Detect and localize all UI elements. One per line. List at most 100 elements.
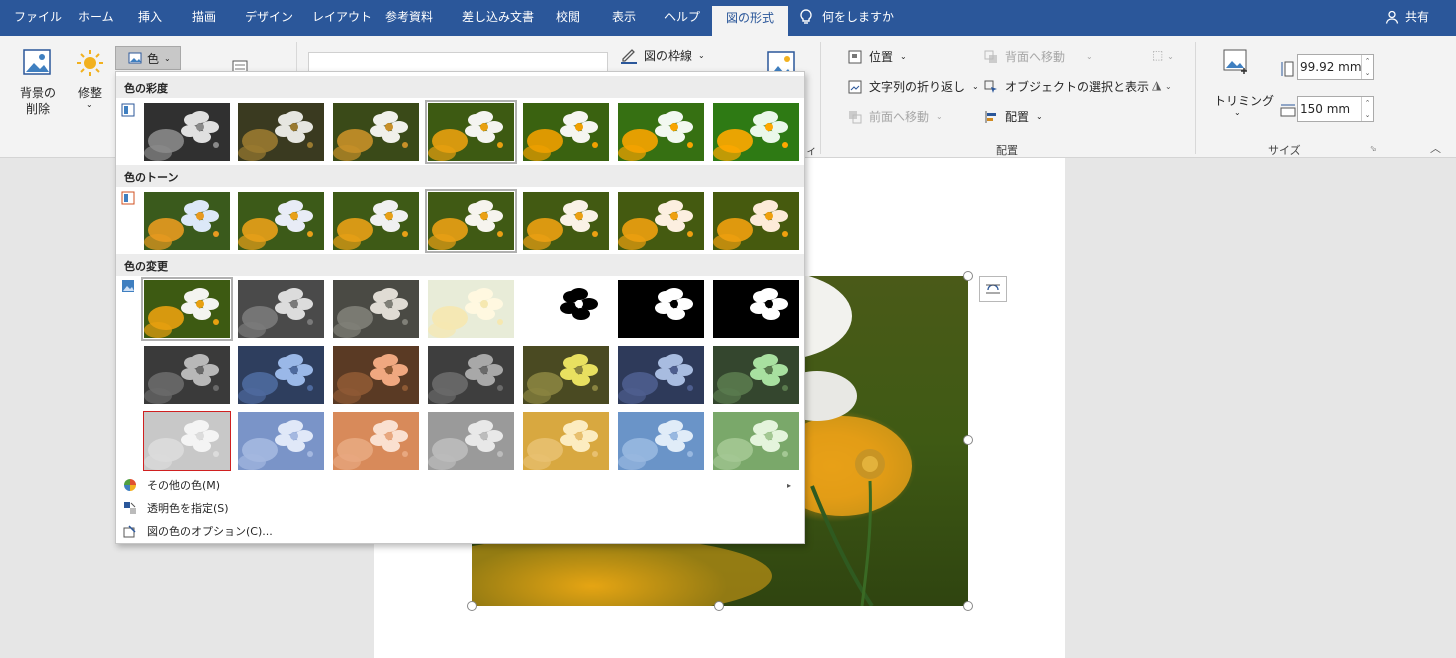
- saturation-thumbnail[interactable]: [618, 103, 704, 161]
- picture-color-options-item[interactable]: 図の色のオプション(C)...: [119, 520, 799, 542]
- resize-handle[interactable]: [963, 435, 973, 445]
- tab-picture-format[interactable]: 図の形式: [712, 6, 789, 36]
- wrap-text-label: 文字列の折り返し: [869, 80, 966, 94]
- tab-design[interactable]: デザイン: [245, 8, 293, 25]
- recolor-thumbnail[interactable]: [713, 346, 799, 404]
- recolor-thumbnail[interactable]: [143, 411, 231, 471]
- position-label: 位置: [869, 50, 894, 64]
- tone-icon: [121, 191, 135, 205]
- recolor-thumbnail[interactable]: [333, 280, 419, 338]
- tone-thumbnail[interactable]: [523, 192, 609, 250]
- tab-review[interactable]: 校閲: [556, 8, 580, 25]
- recolor-thumbnail[interactable]: [523, 412, 609, 470]
- more-colors-item[interactable]: その他の色(M) ▸: [119, 474, 799, 496]
- group-button[interactable]: ⬚ ⌄: [1152, 48, 1174, 62]
- spinner-arrows-icon[interactable]: ⌃ ⌄: [1361, 55, 1373, 79]
- corrections-button[interactable]: 修整 ⌄: [72, 46, 108, 118]
- tone-thumbnail[interactable]: [144, 192, 230, 250]
- recolor-thumbnail[interactable]: [333, 412, 419, 470]
- width-input[interactable]: 150 mm ⌃ ⌄: [1297, 96, 1374, 122]
- tone-thumbnail[interactable]: [238, 192, 324, 250]
- recolor-thumbnail[interactable]: [238, 280, 324, 338]
- tone-thumbnail[interactable]: [425, 189, 517, 253]
- send-backward-button[interactable]: 背面へ移動 ⌄: [984, 48, 1093, 65]
- collapse-ribbon-icon[interactable]: ︿: [1430, 140, 1441, 156]
- wrap-text-button[interactable]: 文字列の折り返し ⌄: [848, 78, 979, 95]
- picture-color-options-icon: [123, 525, 136, 538]
- recolor-thumbnail[interactable]: [523, 346, 609, 404]
- recolor-thumbnail[interactable]: [618, 280, 704, 338]
- spinner-arrows-icon[interactable]: ⌃ ⌄: [1361, 97, 1373, 121]
- chevron-down-icon: ⌄: [86, 100, 93, 109]
- transparent-color-icon: [124, 502, 136, 514]
- tab-home[interactable]: ホーム: [78, 8, 114, 25]
- crop-button[interactable]: トリミング ⌄: [1212, 48, 1274, 120]
- chevron-down-icon: ⌄: [900, 52, 907, 61]
- recolor-thumbnail[interactable]: [713, 280, 799, 338]
- arrange-group-label: 配置: [996, 144, 1018, 157]
- chevron-down-icon: ⌄: [1234, 108, 1241, 117]
- recolor-thumbnail[interactable]: [238, 346, 324, 404]
- resize-handle[interactable]: [467, 601, 477, 611]
- resize-handle[interactable]: [963, 271, 973, 281]
- remove-background-button[interactable]: 背景の 削除: [14, 46, 60, 118]
- height-input[interactable]: 99.92 mm ⌃ ⌄: [1297, 54, 1374, 80]
- recolor-thumbnail[interactable]: [144, 346, 230, 404]
- tab-mailings[interactable]: 差し込み文書: [462, 8, 534, 25]
- color-button[interactable]: 色 ⌄: [115, 46, 181, 70]
- resize-handle[interactable]: [714, 601, 724, 611]
- tone-thumbnail[interactable]: [713, 192, 799, 250]
- chevron-down-icon: ⌄: [1086, 52, 1093, 61]
- recolor-thumbnail[interactable]: [428, 412, 514, 470]
- tab-insert[interactable]: 挿入: [138, 8, 162, 25]
- recolor-thumbnail[interactable]: [428, 280, 514, 338]
- recolor-thumbnail[interactable]: [618, 412, 704, 470]
- recolor-header: 色の変更: [116, 254, 804, 276]
- tab-view[interactable]: 表示: [612, 8, 636, 25]
- align-icon: [985, 110, 996, 123]
- send-backward-icon: [984, 50, 997, 63]
- picture-border-button[interactable]: 図の枠線 ⌄: [620, 46, 705, 64]
- share-button[interactable]: 共有: [1385, 8, 1429, 25]
- tone-thumbnail[interactable]: [333, 192, 419, 250]
- resize-handle[interactable]: [963, 601, 973, 611]
- tab-draw[interactable]: 描画: [192, 8, 216, 25]
- height-icon: [1281, 61, 1294, 77]
- bring-forward-label: 前面へ移動: [869, 110, 930, 124]
- chevron-down-icon: ⌄: [936, 112, 943, 121]
- picture-color-icon: [128, 52, 142, 64]
- tab-help[interactable]: ヘルプ: [664, 8, 700, 25]
- height-value: 99.92 mm: [1300, 60, 1362, 74]
- recolor-thumbnail[interactable]: [428, 346, 514, 404]
- dialog-launcher-icon[interactable]: ⬂: [1370, 144, 1377, 153]
- person-icon: [1385, 10, 1399, 24]
- saturation-thumbnail[interactable]: [144, 103, 230, 161]
- recolor-thumbnail[interactable]: [333, 346, 419, 404]
- saturation-thumbnail[interactable]: [333, 103, 419, 161]
- tone-thumbnail[interactable]: [618, 192, 704, 250]
- tell-me-label: 何をしますか: [822, 10, 895, 24]
- rotate-button[interactable]: ◮ ⌄: [1152, 78, 1172, 92]
- tab-references[interactable]: 参考資料: [385, 8, 433, 25]
- recolor-thumbnail[interactable]: [141, 277, 233, 341]
- saturation-thumbnail[interactable]: [425, 100, 517, 164]
- position-button[interactable]: 位置 ⌄: [848, 48, 907, 65]
- bring-forward-button[interactable]: 前面へ移動 ⌄: [848, 108, 943, 125]
- tell-me-box[interactable]: 何をしますか: [800, 8, 894, 25]
- recolor-thumbnail[interactable]: [238, 412, 324, 470]
- recolor-thumbnail[interactable]: [618, 346, 704, 404]
- ribbon-tab-bar: ファイル ホーム 挿入 描画 デザイン レイアウト 参考資料 差し込み文書 校閲…: [0, 0, 1456, 36]
- tab-layout[interactable]: レイアウト: [312, 8, 372, 25]
- recolor-thumbnail[interactable]: [713, 412, 799, 470]
- chevron-down-icon: ⌄: [164, 53, 171, 63]
- recolor-thumbnail[interactable]: [523, 280, 609, 338]
- layout-options-button[interactable]: [979, 276, 1007, 302]
- align-button[interactable]: 配置 ⌄: [984, 108, 1043, 125]
- saturation-thumbnail[interactable]: [238, 103, 324, 161]
- set-transparent-color-item[interactable]: 透明色を指定(S): [119, 497, 799, 519]
- remove-background-label-2: 削除: [26, 102, 51, 116]
- selection-pane-button[interactable]: オブジェクトの選択と表示: [984, 78, 1149, 95]
- tab-file[interactable]: ファイル: [14, 8, 62, 25]
- saturation-thumbnail[interactable]: [523, 103, 609, 161]
- saturation-thumbnail[interactable]: [713, 103, 799, 161]
